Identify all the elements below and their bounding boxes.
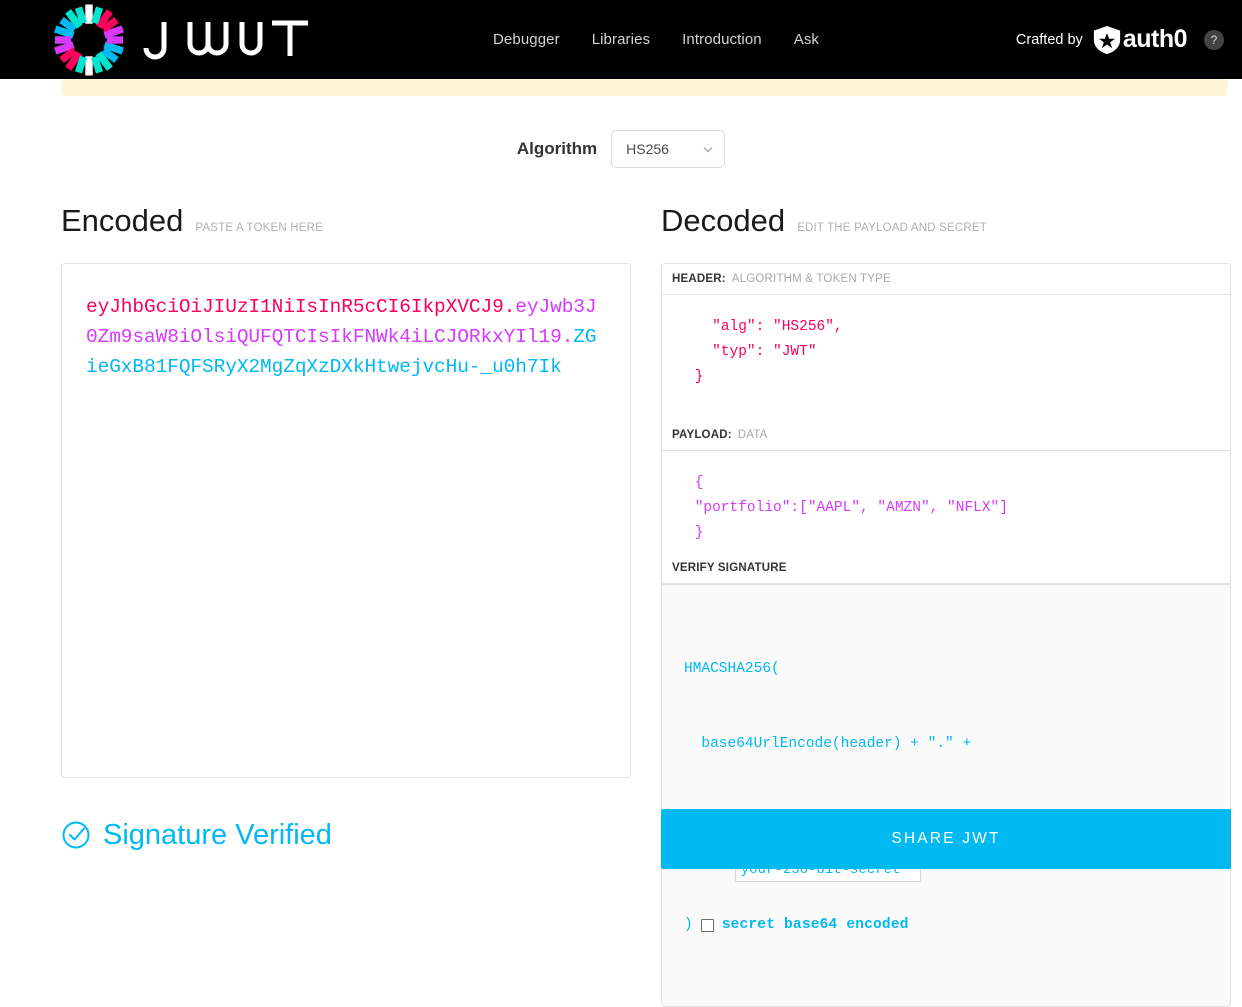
- encoded-subtitle: PASTE A TOKEN HERE: [195, 222, 323, 234]
- decoded-heading: Decoded EDIT THE PAYLOAD AND SECRET: [661, 205, 987, 236]
- encoded-heading: Encoded PASTE A TOKEN HERE: [61, 205, 323, 236]
- nav-item-libraries[interactable]: Libraries: [592, 31, 650, 48]
- signature-status-text: Signature Verified: [103, 818, 332, 851]
- signature-closing-paren: ): [684, 916, 693, 933]
- signature-line-2: base64UrlEncode(header) + "." +: [684, 736, 972, 752]
- base64-encoded-checkbox[interactable]: [700, 918, 714, 932]
- header-panel-label-sub: ALGORITHM & TOKEN TYPE: [731, 273, 891, 285]
- notice-banner: [62, 79, 1228, 96]
- question-mark-icon[interactable]: ?: [1204, 29, 1224, 50]
- nav-item-introduction[interactable]: Introduction: [682, 31, 762, 48]
- auth0-wordmark: auth0: [1122, 25, 1188, 53]
- encoded-token-input[interactable]: eyJhbGciOiJIUzI1NiIsInR5cCI6IkpXVCJ9.eyJ…: [61, 263, 631, 778]
- header-panel-label-key: HEADER:: [672, 273, 726, 285]
- algorithm-select[interactable]: HS256: [611, 130, 726, 168]
- encoded-title: Encoded: [61, 203, 184, 238]
- header-json-editor[interactable]: "alg": "HS256", "typ": "JWT" }: [662, 295, 1230, 420]
- algorithm-row: Algorithm HS256: [0, 130, 1242, 168]
- share-jwt-button[interactable]: SHARE JWT: [661, 809, 1231, 869]
- header-panel-label: HEADER: ALGORITHM & TOKEN TYPE: [662, 264, 1230, 295]
- payload-panel-label-key: PAYLOAD:: [672, 429, 732, 441]
- decoded-panels: HEADER: ALGORITHM & TOKEN TYPE "alg": "H…: [661, 263, 1231, 1007]
- base64-encoded-label[interactable]: secret base64 encoded: [722, 913, 909, 938]
- jwt-wordmark: [143, 20, 308, 59]
- signature-editor: HMACSHA256( base64UrlEncode(header) + ".…: [662, 584, 1230, 1006]
- signature-line-1: HMACSHA256(: [684, 661, 780, 677]
- payload-panel-label-sub: DATA: [737, 429, 768, 441]
- nav-item-ask[interactable]: Ask: [794, 31, 819, 48]
- payload-panel-label: PAYLOAD: DATA: [662, 420, 1230, 451]
- chevron-down-icon: [703, 147, 713, 153]
- decoded-title: Decoded: [661, 203, 786, 238]
- circle-check-icon: [62, 821, 90, 849]
- auth0-shield-icon: [1093, 25, 1120, 54]
- nav-item-debugger[interactable]: Debugger: [493, 31, 560, 48]
- site-header: Debugger Libraries Introduction Ask Craf…: [0, 0, 1242, 79]
- crafted-by-label: Crafted by: [1015, 31, 1083, 48]
- signature-status-badge: Signature Verified: [61, 820, 332, 850]
- signature-closing-row: ) secret base64 encoded: [684, 913, 1208, 938]
- auth0-link[interactable]: auth0: [1092, 25, 1188, 55]
- decoded-subtitle: EDIT THE PAYLOAD AND SECRET: [797, 222, 987, 234]
- jwt-starburst-icon: [54, 3, 124, 76]
- signature-panel-label: VERIFY SIGNATURE: [662, 553, 1230, 584]
- crafted-by-block: Crafted by auth0 ?: [1016, 0, 1232, 79]
- main-nav: Debugger Libraries Introduction Ask: [493, 0, 819, 79]
- token-separator-1: .: [503, 296, 516, 318]
- token-separator-2: .: [561, 326, 574, 348]
- signature-panel-label-key: VERIFY SIGNATURE: [672, 562, 787, 574]
- algorithm-label: Algorithm: [516, 139, 598, 158]
- token-header-segment: eyJhbGciOiJIUzI1NiIsInR5cCI6IkpXVCJ9: [86, 296, 504, 318]
- payload-json-editor[interactable]: { "portfolio":["AAPL", "AMZN", "NFLX"] }: [662, 451, 1230, 553]
- algorithm-selected-value: HS256: [626, 141, 669, 157]
- jwt-token-text: eyJhbGciOiJIUzI1NiIsInR5cCI6IkpXVCJ9.eyJ…: [86, 292, 606, 382]
- brand-logo-link[interactable]: [52, 3, 312, 77]
